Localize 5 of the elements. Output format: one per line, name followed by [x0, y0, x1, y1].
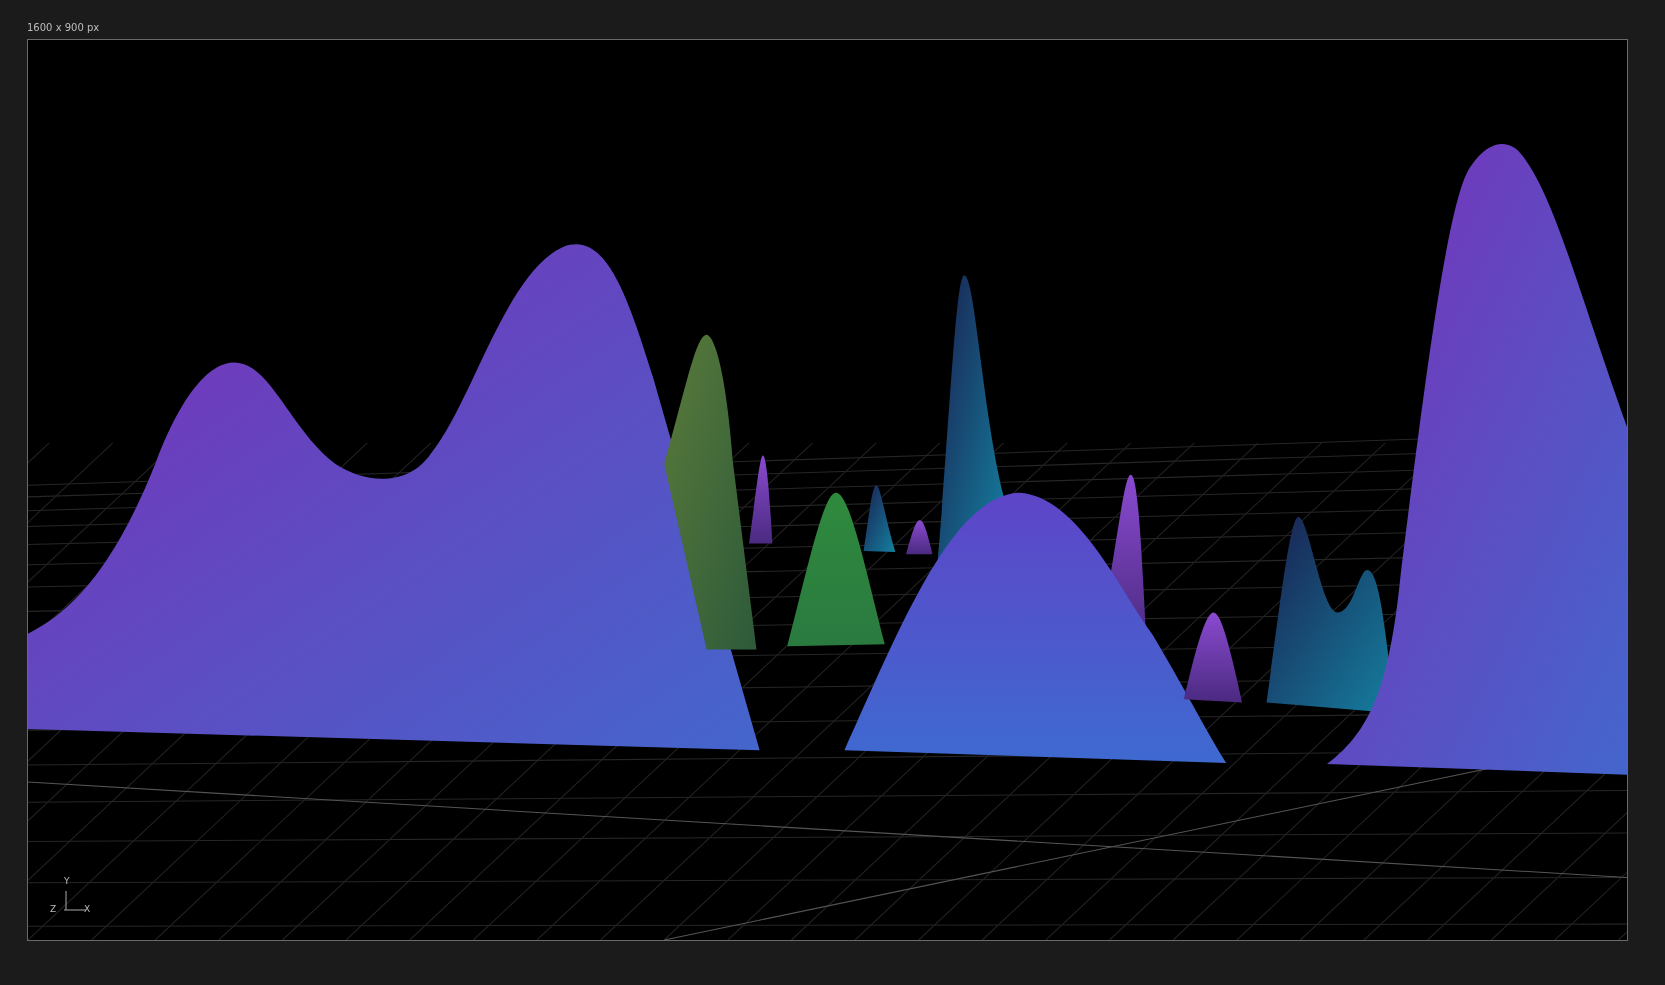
axis-label: Y — [64, 876, 70, 886]
axis-label: Z — [50, 904, 57, 914]
canvas-size-label: 1600 x 900 px — [27, 21, 100, 35]
axis-lines-icon — [64, 890, 86, 911]
axis-label: X — [84, 904, 91, 914]
